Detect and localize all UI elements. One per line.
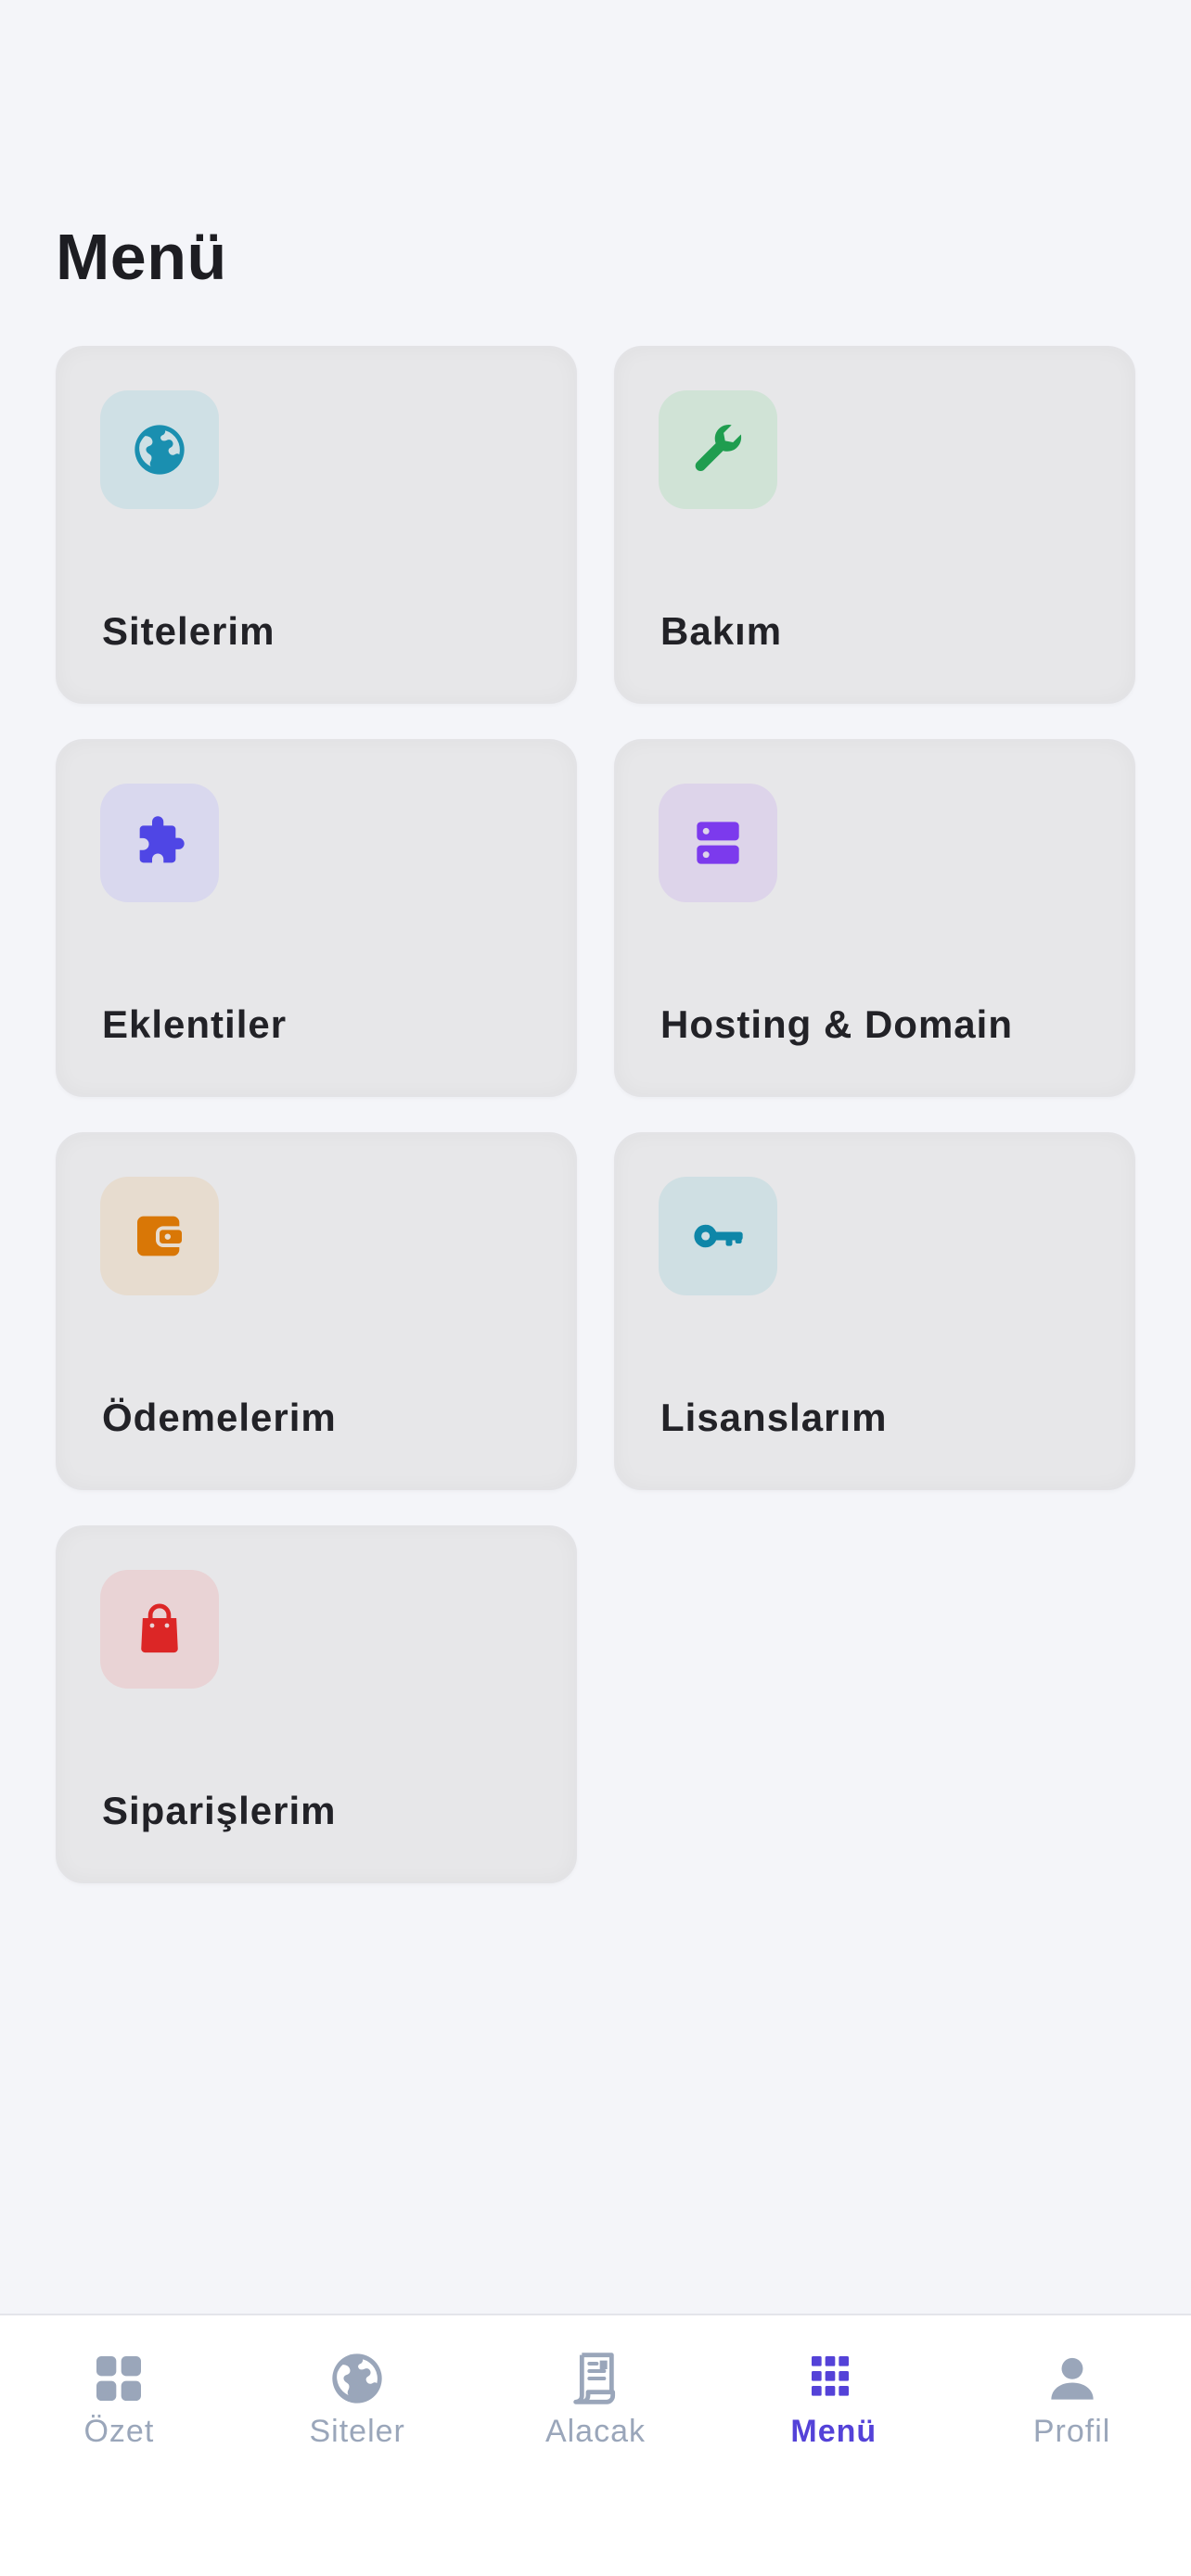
menu-card-hosting-domain[interactable]: Hosting & Domain bbox=[614, 739, 1135, 1097]
tab-label: Siteler bbox=[309, 2414, 405, 2449]
icon-tile bbox=[659, 390, 777, 509]
tab-menu[interactable]: Menü bbox=[714, 2315, 953, 2576]
dashboard-grid-icon bbox=[89, 2349, 148, 2408]
icon-tile bbox=[100, 390, 219, 509]
tab-ozet[interactable]: Özet bbox=[0, 2315, 238, 2576]
bottom-tab-bar: Özet Siteler Alacak Menü Profil bbox=[0, 2314, 1191, 2576]
globe-icon bbox=[134, 425, 185, 475]
globe-icon bbox=[327, 2349, 387, 2408]
menu-card-eklentiler[interactable]: Eklentiler bbox=[56, 739, 577, 1097]
menu-card-bakim[interactable]: Bakım bbox=[614, 346, 1135, 704]
icon-tile bbox=[659, 784, 777, 902]
shopping-bag-icon bbox=[141, 1603, 178, 1653]
menu-grid: Sitelerim Bakım Eklentiler Hosting & Dom… bbox=[56, 346, 1135, 1883]
key-icon bbox=[694, 1224, 743, 1248]
tab-label: Özet bbox=[83, 2414, 155, 2449]
menu-card-label: Siparişlerim bbox=[102, 1789, 337, 1832]
person-icon bbox=[1043, 2349, 1102, 2408]
menu-card-label: Ödemelerim bbox=[102, 1396, 337, 1439]
menu-card-label: Hosting & Domain bbox=[660, 1002, 1013, 1046]
tab-label: Menü bbox=[790, 2414, 877, 2449]
menu-card-lisanslarim[interactable]: Lisanslarım bbox=[614, 1132, 1135, 1490]
tab-siteler[interactable]: Siteler bbox=[238, 2315, 477, 2576]
icon-tile bbox=[100, 784, 219, 902]
wallet-icon bbox=[137, 1216, 182, 1256]
tab-profil[interactable]: Profil bbox=[953, 2315, 1191, 2576]
icon-tile bbox=[659, 1177, 777, 1295]
menu-card-label: Bakım bbox=[660, 609, 783, 653]
menu-card-odemelerim[interactable]: Ödemelerim bbox=[56, 1132, 577, 1490]
icon-tile bbox=[100, 1177, 219, 1295]
page-title: Menü bbox=[56, 221, 227, 293]
tab-label: Profil bbox=[1032, 2414, 1111, 2449]
menu-card-label: Sitelerim bbox=[102, 609, 275, 653]
puzzle-icon bbox=[139, 816, 185, 863]
receipt-icon bbox=[566, 2349, 625, 2408]
icon-tile bbox=[100, 1570, 219, 1689]
wrench-icon bbox=[695, 425, 742, 471]
menu-card-sitelerim[interactable]: Sitelerim bbox=[56, 346, 577, 704]
menu-card-siparislerim[interactable]: Siparişlerim bbox=[56, 1525, 577, 1883]
apps-grid-icon bbox=[804, 2349, 864, 2408]
menu-card-label: Lisanslarım bbox=[660, 1396, 888, 1439]
tab-alacak[interactable]: Alacak bbox=[477, 2315, 715, 2576]
server-icon bbox=[697, 822, 739, 864]
tab-label: Alacak bbox=[544, 2414, 647, 2449]
menu-card-label: Eklentiler bbox=[102, 1002, 288, 1046]
